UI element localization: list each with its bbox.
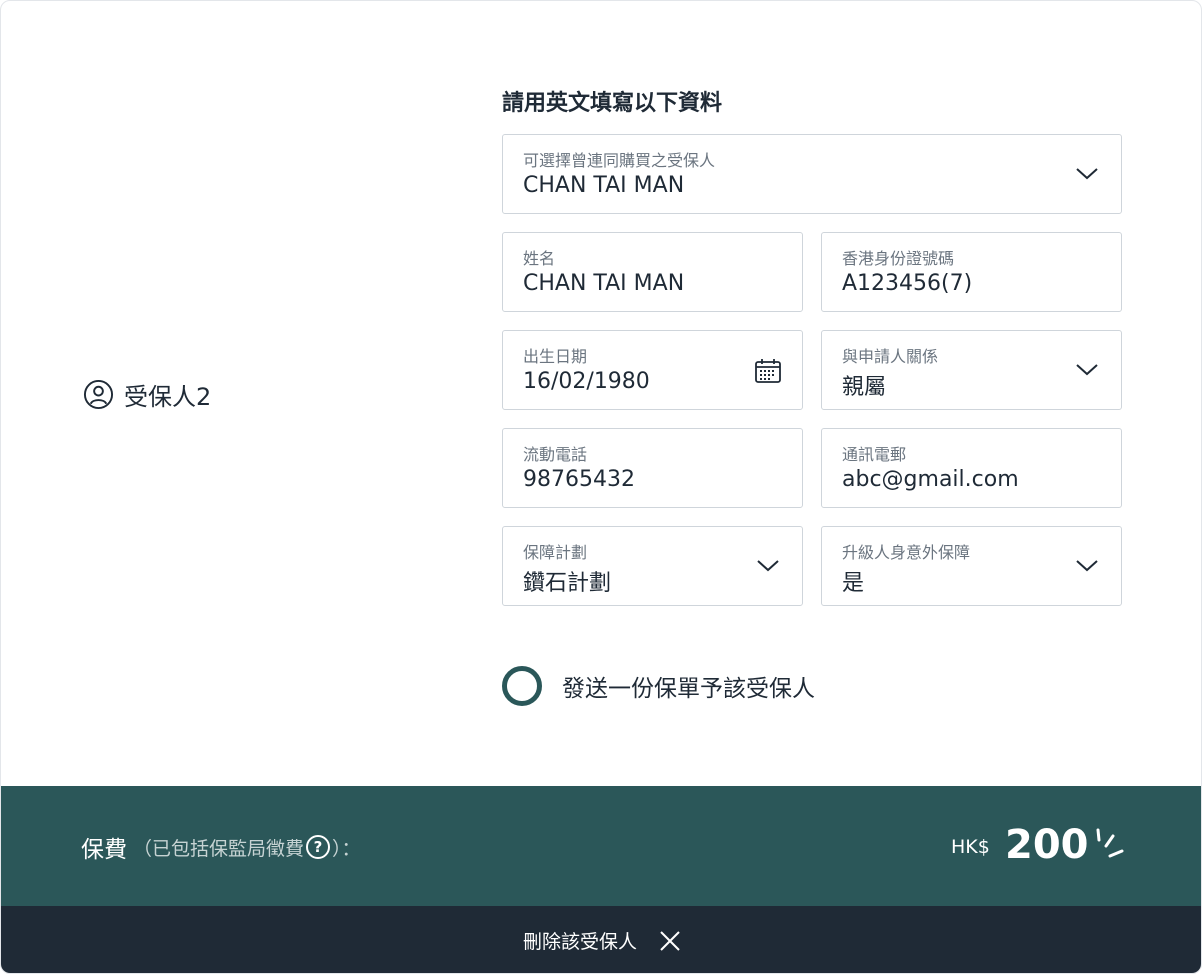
send-policy-label: 發送一份保單予該受保人 (562, 676, 815, 702)
email-field[interactable]: 通訊電郵 abc@gmail.com (821, 428, 1122, 508)
chevron-down-icon (1076, 364, 1098, 376)
mobile-value: 98765432 (523, 467, 635, 492)
relationship-select[interactable]: 與申請人關係 親屬 (821, 330, 1122, 410)
dob-value: 16/02/1980 (523, 369, 650, 394)
plan-label: 保障計劃 (523, 543, 588, 562)
premium-bar: 保費 （已包括保監局徵費 ? ）： HK$ 200 (1, 786, 1201, 906)
premium-note-prefix: （已包括保監局徵費 (133, 837, 305, 860)
insured-section-label: 受保人2 (83, 378, 212, 411)
plan-select[interactable]: 保障計劃 鑽石計劃 (502, 526, 803, 606)
premium-label: 保費 (81, 837, 127, 863)
insured-card: 受保人2 請用英文填寫以下資料 可選擇曾連同購買之受保人 CHAN TAI MA… (0, 0, 1202, 974)
email-value: abc@gmail.com (842, 467, 1019, 492)
hkid-label: 香港身份證號碼 (842, 249, 955, 268)
name-value: CHAN TAI MAN (523, 271, 685, 296)
premium-note-suffix: ）： (332, 837, 361, 860)
send-policy-option[interactable]: 發送一份保單予該受保人 (502, 666, 815, 706)
sparkle-icon (1096, 828, 1124, 858)
dob-field[interactable]: 出生日期 16/02/1980 (502, 330, 803, 410)
help-icon[interactable]: ? (306, 835, 331, 859)
chevron-down-icon (757, 560, 779, 572)
premium-currency: HK$ (951, 836, 990, 858)
chevron-down-icon (1076, 168, 1098, 180)
close-icon (660, 930, 680, 951)
relationship-label: 與申請人關係 (842, 347, 939, 366)
dob-label: 出生日期 (523, 347, 588, 366)
hkid-field[interactable]: 香港身份證號碼 A123456(7) (821, 232, 1122, 312)
mobile-field[interactable]: 流動電話 98765432 (502, 428, 803, 508)
previous-insured-label: 可選擇曾連同購買之受保人 (523, 151, 716, 170)
form-heading: 請用英文填寫以下資料 (502, 91, 723, 116)
name-label: 姓名 (523, 249, 556, 268)
chevron-down-icon (1076, 560, 1098, 572)
plan-value: 鑽石計劃 (523, 571, 612, 596)
insured-title: 受保人2 (124, 382, 212, 411)
previous-insured-select[interactable]: 可選擇曾連同購買之受保人 CHAN TAI MAN (502, 134, 1122, 214)
relationship-value: 親屬 (842, 375, 887, 400)
premium-label-group: 保費 （已包括保監局徵費 ? ）： (81, 830, 361, 864)
premium-amount: 200 (1005, 822, 1089, 868)
upgrade-value: 是 (842, 571, 865, 596)
hkid-value: A123456(7) (842, 271, 973, 296)
user-circle-icon (83, 379, 114, 409)
upgrade-label: 升級人身意外保障 (842, 543, 971, 562)
previous-insured-value: CHAN TAI MAN (523, 173, 685, 198)
upgrade-select[interactable]: 升級人身意外保障 是 (821, 526, 1122, 606)
calendar-icon[interactable] (754, 357, 782, 385)
send-policy-radio[interactable] (502, 666, 542, 706)
mobile-label: 流動電話 (523, 445, 588, 464)
email-label: 通訊電郵 (842, 445, 907, 464)
delete-insured-button[interactable]: 刪除該受保人 (1, 906, 1201, 973)
name-field[interactable]: 姓名 CHAN TAI MAN (502, 232, 803, 312)
delete-insured-label: 刪除該受保人 (522, 931, 637, 953)
